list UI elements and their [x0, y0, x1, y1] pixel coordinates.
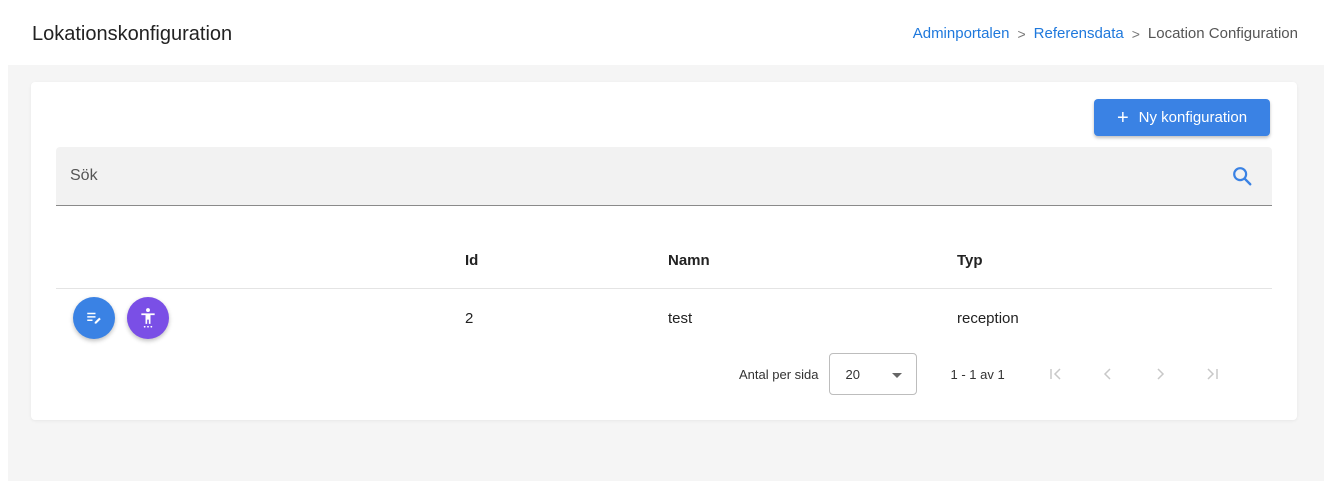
column-header-actions — [56, 232, 465, 289]
page-range-label: 1 - 1 av 1 — [950, 366, 1005, 382]
first-page-button[interactable] — [1043, 361, 1069, 387]
row-type-cell: reception — [957, 309, 1019, 327]
edit-button[interactable] — [73, 297, 115, 339]
last-page-button[interactable] — [1199, 361, 1225, 387]
configuration-table: Id Namn Typ 2 test reception — [56, 232, 1272, 347]
new-configuration-button[interactable]: + Ny konfiguration — [1094, 99, 1270, 136]
last-page-icon — [1207, 368, 1218, 380]
accessibility-icon — [141, 308, 155, 328]
breadcrumb: Adminportalen > Referensdata > Location … — [913, 25, 1298, 42]
content-card: + Ny konfiguration Id Namn Typ — [31, 82, 1297, 420]
first-page-icon — [1049, 368, 1061, 380]
dropdown-caret-icon — [891, 373, 902, 378]
row-actions-cell — [56, 289, 465, 348]
items-per-page-label: Antal per sida — [739, 366, 819, 382]
breadcrumb-separator: > — [1017, 25, 1026, 42]
paginator: Antal per sida 20 1 - 1 av 1 — [731, 352, 1291, 396]
column-header-name[interactable]: Namn — [668, 232, 957, 289]
row-name-cell: test — [668, 309, 693, 327]
search-icon[interactable] — [1231, 165, 1253, 187]
accessibility-button[interactable] — [127, 297, 170, 339]
column-header-id[interactable]: Id — [465, 232, 668, 289]
edit-icon — [87, 312, 101, 324]
row-id-cell: 2 — [465, 309, 474, 327]
next-page-icon — [1157, 368, 1164, 380]
breadcrumb-current: Location Configuration — [1147, 25, 1298, 42]
page-title: Lokationskonfiguration — [32, 23, 233, 45]
next-page-button[interactable] — [1147, 361, 1173, 387]
items-per-page-select[interactable]: 20 — [828, 353, 917, 395]
column-header-type[interactable]: Typ — [957, 232, 1272, 289]
page-header: Lokationskonfiguration Adminportalen > R… — [8, 8, 1324, 65]
breadcrumb-link-adminportalen[interactable]: Adminportalen — [913, 25, 1010, 42]
new-configuration-label: Ny konfiguration — [1138, 109, 1248, 126]
breadcrumb-separator: > — [1131, 25, 1140, 42]
previous-page-button[interactable] — [1095, 361, 1121, 387]
table-header-row: Id Namn Typ — [56, 232, 1272, 289]
previous-page-icon — [1103, 368, 1111, 380]
plus-icon: + — [1116, 106, 1129, 129]
table-row: 2 test reception — [56, 289, 1272, 348]
search-input[interactable] — [70, 147, 1220, 205]
items-per-page-value: 20 — [845, 366, 860, 382]
search-field — [56, 147, 1272, 206]
breadcrumb-link-referensdata[interactable]: Referensdata — [1034, 25, 1124, 42]
